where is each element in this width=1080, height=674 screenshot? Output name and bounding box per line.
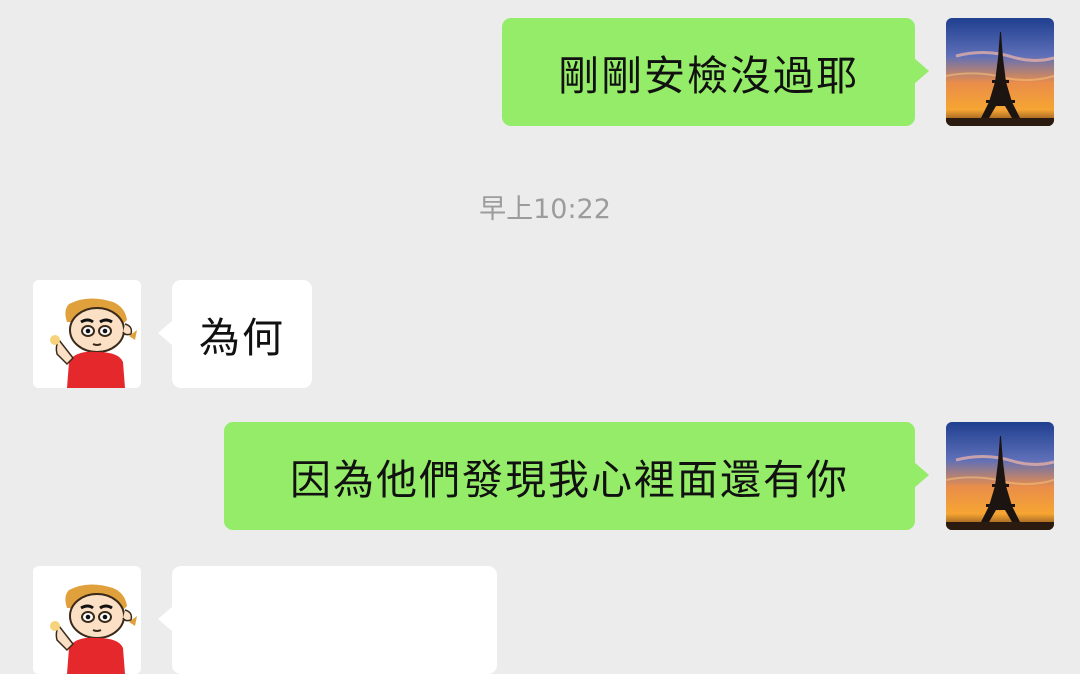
eiffel-tower-sunset-avatar[interactable] <box>946 422 1054 530</box>
message-bubble-received[interactable]: 為何 <box>158 280 312 388</box>
cartoon-boy-avatar[interactable] <box>33 566 141 674</box>
message-bubble-sent[interactable]: 剛剛安檢沒過耶 <box>502 18 929 126</box>
message-bubble-sent[interactable]: 因為他們發現我心裡面還有你 <box>224 422 929 530</box>
message-text: 剛剛安檢沒過耶 <box>558 52 859 100</box>
eiffel-tower-sunset-avatar[interactable] <box>946 18 1054 126</box>
chat-window: 剛剛安檢沒過耶 早上10:22 為何 因為他們發現我心裡面還有你 <box>0 0 1080 674</box>
message-text: 因為他們發現我心裡面還有你 <box>290 456 849 504</box>
message-timestamp: 早上10:22 <box>479 194 611 225</box>
cartoon-boy-avatar[interactable] <box>33 280 141 388</box>
message-text: 為何 <box>199 314 285 362</box>
message-bubble-received-partial[interactable] <box>158 566 497 674</box>
